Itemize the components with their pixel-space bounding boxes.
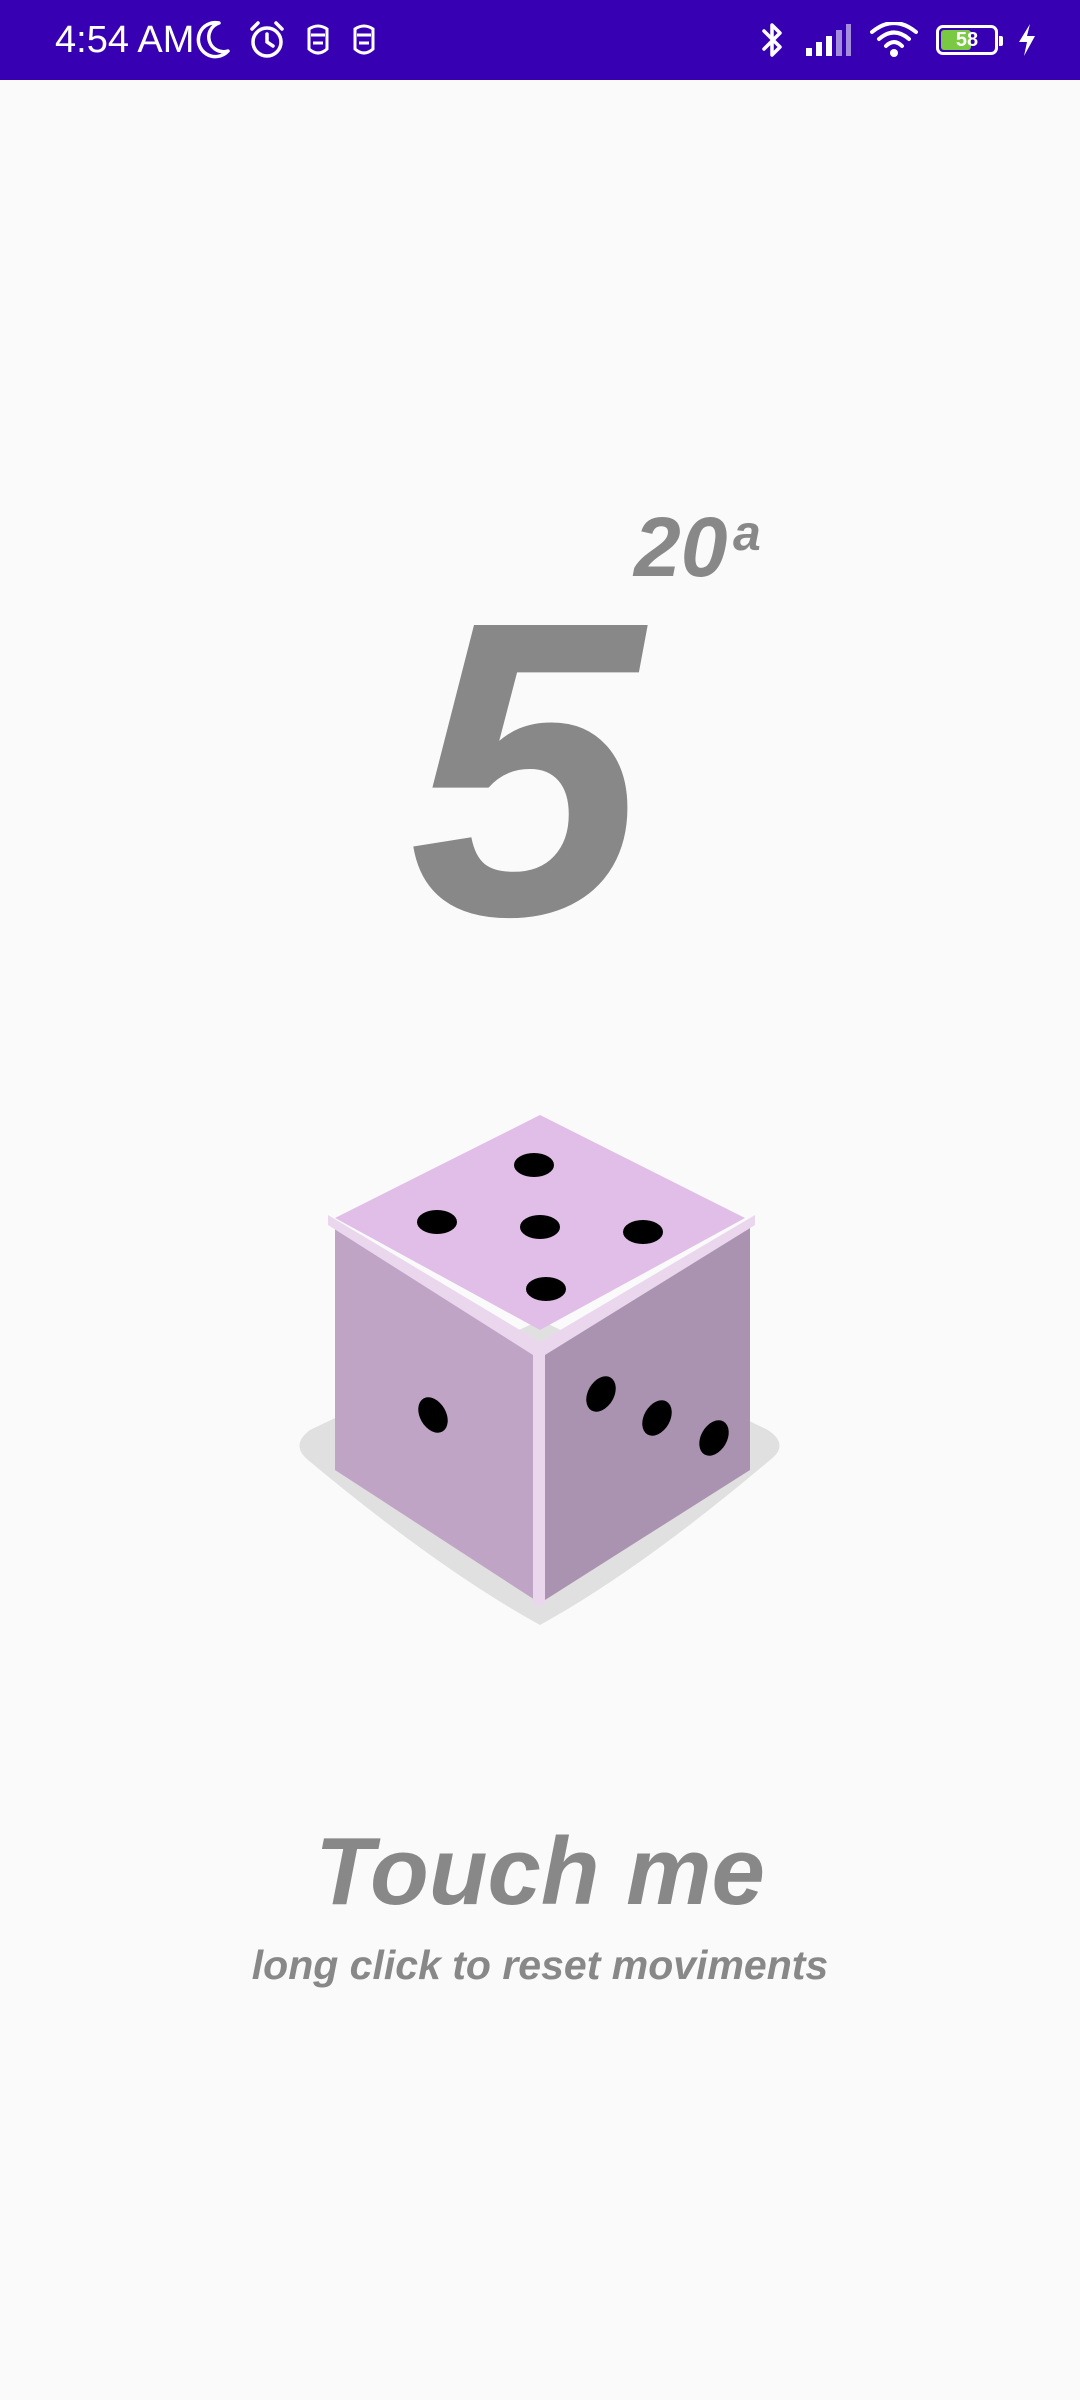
status-left-icons [195,0,379,80]
battery-tip [999,36,1003,46]
dice-result: 5 [0,560,1080,980]
charging-icon [1016,22,1038,58]
moon-icon [195,20,231,60]
signal-icon [804,22,852,58]
alarm-icon [247,20,287,60]
pip [520,1215,560,1239]
dice-result-value: 5 [409,535,643,1004]
touch-me-title: Touch me [315,1818,765,1925]
battery-level: 58 [955,29,979,51]
notification-icon [349,21,379,59]
notification-icon [303,21,333,59]
roll-count-suffix: a [733,505,761,561]
status-bar: 4:54 AM 58 [0,0,1080,80]
wifi-icon [870,22,918,58]
reset-hint: long click to reset moviments [251,1942,829,1988]
pip [623,1220,663,1244]
dice[interactable] [290,1100,790,1660]
status-right-icons: 58 [758,0,1038,80]
status-time: 4:54 AM [55,19,195,61]
bluetooth-icon [758,20,786,60]
pip [417,1210,457,1234]
pip [526,1277,566,1301]
pip [514,1153,554,1177]
battery-icon: 58 [936,25,1003,55]
